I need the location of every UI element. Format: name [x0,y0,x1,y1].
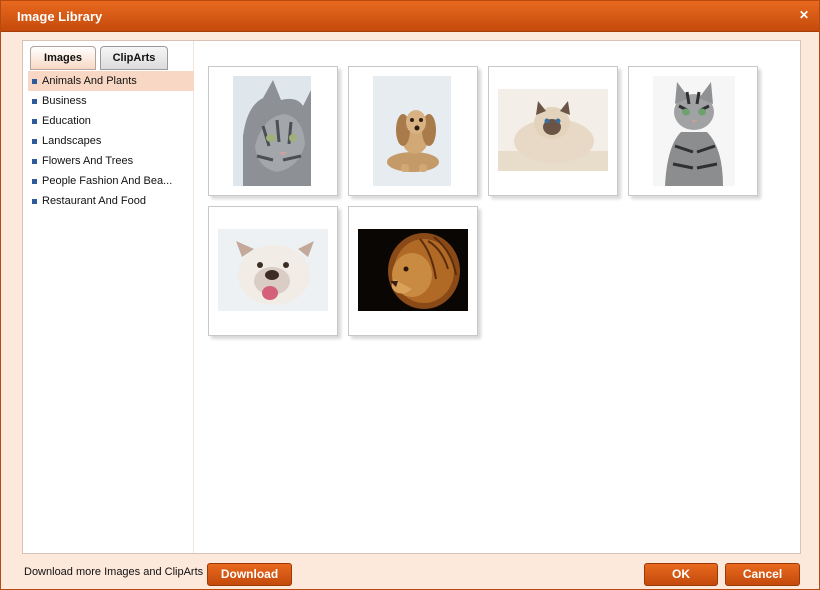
category-education[interactable]: Education [28,111,194,131]
tabby-cat-image [653,76,735,186]
category-sidebar: Images ClipArts Animals And Plants Busin… [23,41,194,553]
thumbnail-bulldog[interactable] [208,206,338,336]
category-label: Animals And Plants [42,75,137,87]
category-flowers-and-trees[interactable]: Flowers And Trees [28,151,194,171]
download-button[interactable]: Download [207,563,292,586]
category-label: Flowers And Trees [42,155,134,167]
bulldog-image [218,229,328,311]
category-list: Animals And Plants Business Education La… [28,71,194,211]
bullet-icon [32,79,37,84]
cancel-button[interactable]: Cancel [725,563,800,586]
category-label: Restaurant And Food [42,195,146,207]
category-animals-and-plants[interactable]: Animals And Plants [28,71,194,91]
title-bar[interactable]: Image Library ✕ [1,1,819,32]
puppy-image [373,76,451,186]
bullet-icon [32,99,37,104]
bullet-icon [32,159,37,164]
dialog-title: Image Library [17,9,103,24]
thumbnail-tabby-cat[interactable] [628,66,758,196]
download-more-text: Download more Images and ClipArts [24,566,204,578]
lion-image [358,229,468,311]
category-people-fashion[interactable]: People Fashion And Bea... [28,171,194,191]
category-restaurant-and-food[interactable]: Restaurant And Food [28,191,194,211]
thumbnail-kitten[interactable] [208,66,338,196]
category-label: Education [42,115,91,127]
image-library-dialog: Image Library ✕ Images ClipArts Animals … [0,0,820,590]
category-landscapes[interactable]: Landscapes [28,131,194,151]
close-icon[interactable]: ✕ [799,8,809,22]
bullet-icon [32,179,37,184]
bullet-icon [32,199,37,204]
kitten-image [233,76,311,186]
thumbnail-puppy[interactable] [348,66,478,196]
category-label: Business [42,95,87,107]
ok-button[interactable]: OK [644,563,718,586]
tab-images[interactable]: Images [30,46,96,70]
bullet-icon [32,119,37,124]
thumbnail-persian-cat[interactable] [488,66,618,196]
category-label: People Fashion And Bea... [42,175,173,187]
thumbnail-lion[interactable] [348,206,478,336]
category-business[interactable]: Business [28,91,194,111]
tab-cliparts[interactable]: ClipArts [100,46,168,70]
bullet-icon [32,139,37,144]
category-label: Landscapes [42,135,102,147]
content-panel: Images ClipArts Animals And Plants Busin… [22,40,801,554]
persian-cat-image [498,89,608,171]
